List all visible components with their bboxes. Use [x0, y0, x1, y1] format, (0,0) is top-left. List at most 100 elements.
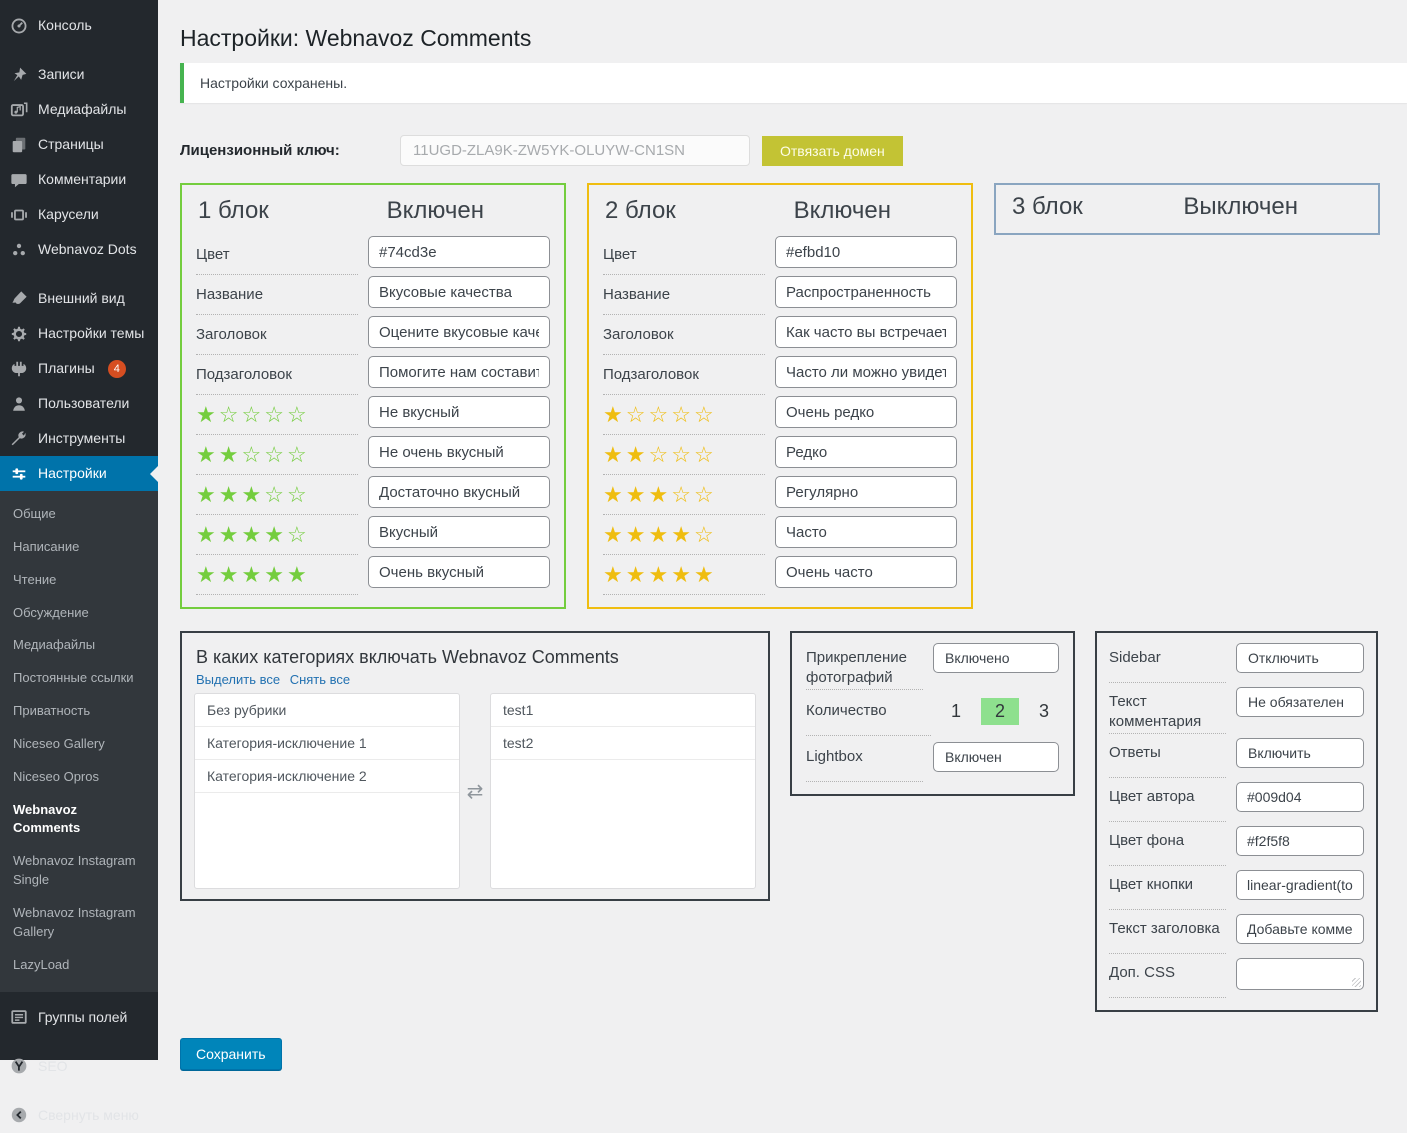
- rating-row-1: ★☆☆☆☆: [603, 395, 957, 435]
- sidebar-item-carousels[interactable]: Карусели: [0, 197, 158, 232]
- field-row-color: Цвет: [603, 235, 957, 275]
- attach-photos-label: Прикрепление фотографий: [806, 643, 923, 690]
- sidebar-item-seo[interactable]: SEO: [0, 1049, 158, 1084]
- rating-label-input[interactable]: [368, 396, 550, 428]
- submenu-item-reading[interactable]: Чтение: [0, 564, 158, 597]
- quantity-option-1[interactable]: 1: [941, 698, 971, 725]
- lightbox-select[interactable]: Включен: [933, 742, 1059, 772]
- list-item[interactable]: test1: [491, 694, 755, 727]
- collapse-menu-button[interactable]: Свернуть меню: [0, 1098, 158, 1133]
- available-categories-list[interactable]: Без рубрики Категория-исключение 1 Катег…: [194, 693, 460, 889]
- submenu-item-webnavoz-instagram-single[interactable]: Webnavoz Instagram Single: [0, 845, 158, 897]
- sidebar-item-pages[interactable]: Страницы: [0, 127, 158, 162]
- color-input[interactable]: [368, 236, 550, 268]
- name-input[interactable]: [775, 276, 957, 308]
- rating-label-input[interactable]: [368, 476, 550, 508]
- quantity-row: Количество 1 2 3: [806, 696, 1059, 736]
- attach-photos-select[interactable]: Включено: [933, 643, 1059, 673]
- rating-label-input[interactable]: [775, 516, 957, 548]
- submenu-item-webnavoz-comments[interactable]: Webnavoz Comments: [0, 794, 158, 846]
- author-color-input[interactable]: [1236, 782, 1364, 812]
- quantity-option-2-selected[interactable]: 2: [981, 698, 1019, 725]
- submenu-item-lazyload[interactable]: LazyLoad: [0, 949, 158, 982]
- title-input[interactable]: [775, 316, 957, 348]
- submenu-item-discussion[interactable]: Обсуждение: [0, 597, 158, 630]
- deselect-all-link[interactable]: Снять все: [290, 672, 350, 687]
- field-label: Заголовок: [603, 315, 765, 355]
- background-color-input[interactable]: [1236, 826, 1364, 856]
- submenu-item-media[interactable]: Медиафайлы: [0, 629, 158, 662]
- sidebar-item-appearance[interactable]: Внешний вид: [0, 281, 158, 316]
- license-row: Лицензионный ключ: Отвязать домен: [180, 135, 1407, 166]
- rating-label-input[interactable]: [775, 556, 957, 588]
- sidebar-item-field-groups[interactable]: Группы полей: [0, 1000, 158, 1035]
- sidebar-select[interactable]: Отключить: [1236, 643, 1364, 673]
- block-status: Выключен: [1183, 193, 1298, 221]
- unlink-domain-button[interactable]: Отвязать домен: [762, 136, 903, 166]
- sidebar-item-label: Записи: [38, 66, 84, 83]
- submenu-item-webnavoz-instagram-gallery[interactable]: Webnavoz Instagram Gallery: [0, 897, 158, 949]
- sidebar-item-theme-settings[interactable]: Настройки темы: [0, 316, 158, 351]
- select-all-link[interactable]: Выделить все: [196, 672, 280, 687]
- star-empty-icon: ☆: [264, 402, 287, 428]
- license-key-input[interactable]: [400, 135, 750, 166]
- submenu-item-privacy[interactable]: Приватность: [0, 695, 158, 728]
- star-filled-icon: ★: [219, 522, 242, 548]
- option-label: Ответы: [1109, 738, 1226, 778]
- rating-blocks-row: 1 блок Включен Цвет Название Заголовок П…: [180, 183, 1407, 609]
- star-rating-1: ★☆☆☆☆: [603, 395, 765, 435]
- rating-label-input[interactable]: [368, 556, 550, 588]
- list-item[interactable]: Категория-исключение 2: [195, 760, 459, 793]
- rating-label-input[interactable]: [368, 516, 550, 548]
- star-empty-icon: ☆: [671, 442, 694, 468]
- sidebar-item-plugins[interactable]: Плагины 4: [0, 351, 158, 386]
- custom-css-textarea[interactable]: [1236, 958, 1364, 990]
- quantity-option-3[interactable]: 3: [1029, 698, 1059, 725]
- sidebar-item-webnavoz-dots[interactable]: Webnavoz Dots: [0, 232, 158, 267]
- rating-row-2: ★★☆☆☆: [603, 435, 957, 475]
- rating-label-input[interactable]: [775, 396, 957, 428]
- title-input[interactable]: [368, 316, 550, 348]
- pages-icon: [10, 135, 29, 154]
- sidebar-item-label: Карусели: [38, 206, 99, 223]
- sidebar-item-tools[interactable]: Инструменты: [0, 421, 158, 456]
- rating-label-input[interactable]: [775, 476, 957, 508]
- submenu-item-general[interactable]: Общие: [0, 498, 158, 531]
- subtitle-input[interactable]: [775, 356, 957, 388]
- comment-text-select[interactable]: Не обязателен: [1236, 687, 1364, 717]
- sidebar-item-settings[interactable]: Настройки: [0, 456, 158, 491]
- replies-select[interactable]: Включить: [1236, 738, 1364, 768]
- submenu-item-niceseo-gallery[interactable]: Niceseo Gallery: [0, 728, 158, 761]
- star-filled-icon: ★: [603, 522, 626, 548]
- color-input[interactable]: [775, 236, 957, 268]
- submenu-item-writing[interactable]: Написание: [0, 531, 158, 564]
- main-content: Настройки: Webnavoz Comments Настройки с…: [158, 0, 1407, 1060]
- subtitle-input[interactable]: [368, 356, 550, 388]
- sidebar-item-comments[interactable]: Комментарии: [0, 162, 158, 197]
- list-item[interactable]: test2: [491, 727, 755, 760]
- block-3-header: 3 блок Выключен: [1010, 191, 1364, 225]
- submenu-item-niceseo-opros[interactable]: Niceseo Opros: [0, 761, 158, 794]
- name-input[interactable]: [368, 276, 550, 308]
- star-rating-5: ★★★★★: [196, 555, 358, 595]
- rating-label-input[interactable]: [368, 436, 550, 468]
- rating-row-4: ★★★★☆: [603, 515, 957, 555]
- submenu-item-permalinks[interactable]: Постоянные ссылки: [0, 662, 158, 695]
- sidebar-item-posts[interactable]: Записи: [0, 57, 158, 92]
- star-empty-icon: ☆: [264, 482, 287, 508]
- list-item[interactable]: Без рубрики: [195, 694, 459, 727]
- header-text-input[interactable]: [1236, 914, 1364, 944]
- button-color-input[interactable]: [1236, 870, 1364, 900]
- sidebar-item-users[interactable]: Пользователи: [0, 386, 158, 421]
- field-label: Цвет: [603, 235, 765, 275]
- rating-row-2: ★★☆☆☆: [196, 435, 550, 475]
- save-button[interactable]: Сохранить: [180, 1038, 282, 1070]
- list-item[interactable]: Категория-исключение 1: [195, 727, 459, 760]
- rating-label-input[interactable]: [775, 436, 957, 468]
- menu-separator: [0, 267, 158, 281]
- sidebar-item-dashboard[interactable]: Консоль: [0, 8, 158, 43]
- page-title: Настройки: Webnavoz Comments: [180, 25, 1407, 52]
- sidebar-item-media[interactable]: Медиафайлы: [0, 92, 158, 127]
- star-filled-icon: ★: [603, 562, 626, 588]
- selected-categories-list[interactable]: test1 test2: [490, 693, 756, 889]
